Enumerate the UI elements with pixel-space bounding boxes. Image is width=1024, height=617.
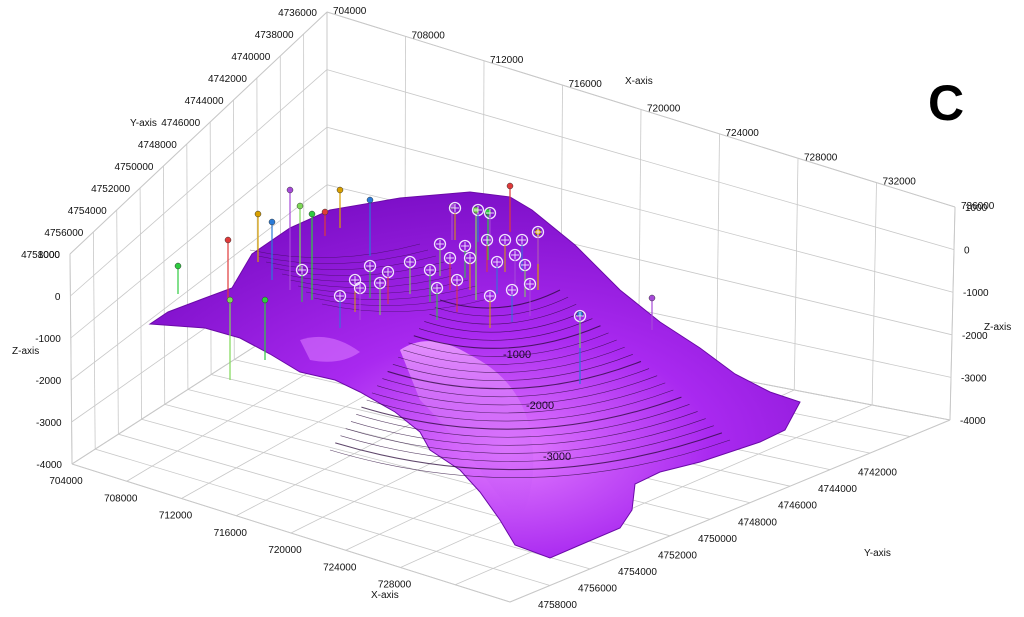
z-tick-left-2: -2000 [36, 376, 62, 387]
y-tick-right-0: 4742000 [858, 468, 897, 479]
left-grid-y-6 [186, 143, 189, 390]
well-top-13 [506, 182, 514, 190]
well-top-6 [308, 210, 316, 218]
x-tick-top-1: 708000 [412, 30, 446, 41]
y-tick-left-6: 4748000 [138, 140, 177, 151]
z-tick-right-4: 0 [964, 246, 970, 257]
x-axis-title-top: X-axis [625, 76, 653, 87]
x-tick-top-2: 712000 [490, 55, 524, 66]
back-grid-x-6 [793, 158, 799, 391]
chart-canvas: 704000 708000 712000 716000 720000 724000 7280… [12, 6, 1011, 611]
x-tick-top-7: 732000 [883, 177, 917, 188]
z-tick-left-5: 1000 [38, 250, 61, 261]
x-tick-top-6: 728000 [804, 152, 838, 163]
y-tick-right-6: 4754000 [618, 567, 657, 578]
y-tick-right-4: 4750000 [698, 534, 737, 545]
x-tick-bottom-4: 720000 [268, 545, 302, 556]
y-tick-right-1: 4744000 [818, 484, 857, 495]
contour-label-3: -3000 [543, 451, 571, 463]
well-top-9 [366, 196, 374, 204]
x-tick-bottom-3: 716000 [214, 528, 248, 539]
y-axis-title-left: Y-axis [130, 118, 157, 129]
x-tick-bottom-6: 728000 [378, 580, 412, 591]
y-tick-right-8: 4758000 [538, 600, 577, 611]
z-tick-right-5: 1000 [965, 203, 988, 214]
z-axis-title-left: Z-axis [12, 346, 39, 357]
box-edge-2 [69, 253, 73, 465]
x-tick-top-3: 716000 [569, 79, 603, 90]
z-tick-right-3: -1000 [963, 288, 989, 299]
x-tick-bottom-5: 724000 [323, 562, 357, 573]
y-tick-left-7: 4750000 [115, 162, 154, 173]
z-tick-left-0: -4000 [36, 460, 62, 471]
z-axis-title-right: Z-axis [984, 322, 1011, 333]
left-grid-y-9 [116, 209, 119, 435]
y-tick-left-1: 4738000 [255, 30, 294, 41]
z-tick-right-0: -4000 [960, 416, 986, 427]
y-axis-title-right: Y-axis [864, 548, 891, 559]
z-tick-left-3: -1000 [35, 334, 61, 345]
y-tick-left-0: 4736000 [278, 8, 317, 19]
box-edge-0 [71, 463, 511, 603]
y-tick-left-9: 4754000 [68, 206, 107, 217]
depth-surface [148, 191, 801, 559]
contour-label-2: -2000 [526, 400, 554, 412]
well-top-2 [254, 210, 262, 218]
x-tick-bottom-0: 704000 [49, 476, 83, 487]
box-edge-3 [69, 11, 328, 255]
well-top-0 [174, 262, 182, 270]
well-top-4 [286, 186, 294, 194]
back-grid-x-5 [715, 133, 720, 376]
well-top-18 [261, 296, 269, 304]
z-tick-left-1: -3000 [36, 418, 62, 429]
panel-label: C [928, 75, 964, 131]
y-tick-right-3: 4748000 [738, 517, 777, 528]
y-tick-left-2: 4740000 [231, 52, 270, 63]
box-edge-5 [949, 206, 956, 421]
x-tick-bottom-2: 712000 [159, 511, 193, 522]
x-axis-title-bottom: X-axis [371, 590, 399, 601]
y-tick-right-7: 4756000 [578, 583, 617, 594]
x-tick-top-4: 720000 [647, 104, 681, 115]
well-top-3 [268, 218, 276, 226]
left-grid-y-10 [92, 231, 96, 450]
well-top-8 [336, 186, 344, 194]
back-grid-x-7 [871, 182, 877, 406]
y-tick-right-5: 4752000 [658, 550, 697, 561]
x-tick-top-5: 724000 [726, 128, 760, 139]
left-grid-y-8 [139, 187, 142, 420]
well-top-17 [226, 296, 234, 304]
x-tick-bottom-1: 708000 [104, 493, 138, 504]
x-tick-top-0: 704000 [333, 6, 367, 17]
z-tick-left-4: 0 [55, 292, 61, 303]
y-tick-left-10: 4756000 [44, 228, 83, 239]
y-tick-left-5: 4746000 [161, 118, 200, 129]
well-top-16 [648, 294, 656, 302]
left-grid-y-5 [209, 121, 212, 375]
contour-label-1: -1000 [503, 349, 531, 361]
well-top-7 [321, 208, 329, 216]
left-grid-y-7 [163, 165, 166, 405]
y-tick-left-3: 4742000 [208, 74, 247, 85]
y-tick-right-2: 4746000 [778, 501, 817, 512]
z-tick-right-1: -3000 [961, 373, 987, 384]
well-top-1 [224, 236, 232, 244]
y-tick-left-8: 4752000 [91, 184, 130, 195]
y-tick-left-4: 4744000 [185, 96, 224, 107]
well-top-5 [296, 202, 304, 210]
